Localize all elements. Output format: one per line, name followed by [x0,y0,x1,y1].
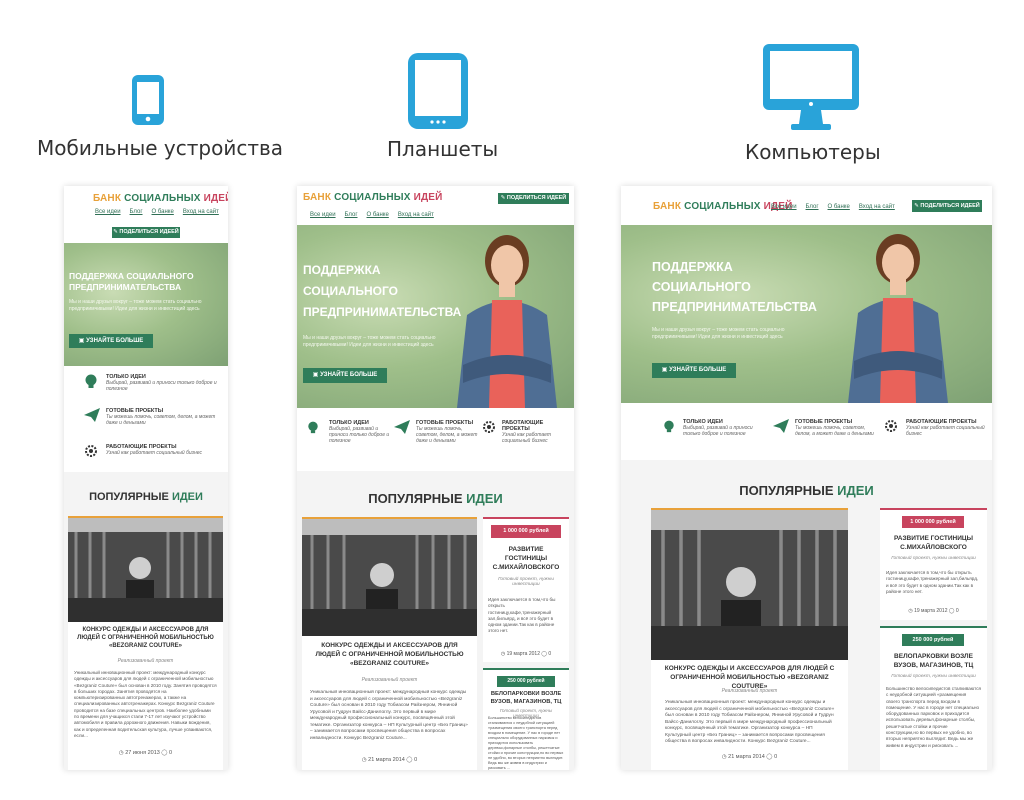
share-idea-button[interactable]: ✎ ПОДЕЛИТЬСЯ ИДЕЕЙ [498,193,569,204]
nav-login[interactable]: Вход на сайт [183,209,219,215]
card-subtitle: Реализованный проект [721,688,778,694]
card-subtitle: Готовый проект, нужны инвестиции [891,556,976,561]
card-body: Идея заключается в том,что бы открыть го… [488,597,556,634]
nav-all-ideas[interactable]: Все идеи [310,212,336,218]
card-meta: ◷ 21 марта 2014 ◯ 0 [361,757,418,763]
card-meta: ◷ 27 июня 2013 ◯ 0 [118,750,173,756]
nav-blog[interactable]: Блог [345,212,358,218]
site-logo[interactable]: БАНК СОЦИАЛЬНЫХ ИДЕЙ [93,193,228,204]
hero-banner: ПОДДЕРЖКА СОЦИАЛЬНОГО ПРЕДПРИНИМАТЕЛЬСТВА … [297,225,574,408]
card-title[interactable]: ВЕЛОПАРКОВКИ ВОЗЛЕ ВУЗОВ, МАГАЗИНОВ, ТЦ [487,691,565,706]
site-nav: Все идеи Блог О банке Вход на сайт [771,204,904,210]
amount-badge: 250 000 рублей [902,634,964,646]
card-body: Большинство велосипедистов сталкиваются … [886,686,981,748]
hero-text: Мы и наши друзья вокруг – тоже можем ста… [69,299,202,312]
nav-login[interactable]: Вход на сайт [859,204,895,210]
main-idea-card[interactable]: КОНКУРС ОДЕЖДЫ И АКСЕССУАРОВ ДЛЯ ЛЮДЕЙ С… [302,517,477,770]
learn-more-button[interactable]: ▣ УЗНАЙТЕ БОЛЬШЕ [652,363,736,378]
amount-badge: 250 000 рублей [497,676,555,687]
hero-title: ПОДДЕРЖКА СОЦИАЛЬНОГО ПРЕДПРИНИМАТЕЛЬСТВА [652,260,817,314]
nav-about[interactable]: О банке [152,209,174,215]
features: ТОЛЬКО ИДЕИ Выбирай, развивай и приноси т… [621,403,992,460]
card-body: Уникальный инновационный проект: междуна… [310,690,468,741]
nav-all-ideas[interactable]: Все идеи [95,209,121,215]
paper-plane-icon [773,419,789,433]
hero-banner: ПОДДЕРЖКА СОЦИАЛЬНОГО ПРЕДПРИНИМАТЕЛЬСТВА … [621,225,992,403]
hero-text: Мы и наши друзья вокруг – тоже можем ста… [652,327,785,340]
features: ТОЛЬКО ИДЕИ Выбирай, развивай и приноси т… [64,366,228,472]
amount-badge: 1 000 000 рублей [902,516,964,528]
learn-more-button[interactable]: ▣ УЗНАЙТЕ БОЛЬШЕ [303,368,387,383]
features: ТОЛЬКО ИДЕИ Выбирай, развивай и приноси т… [297,408,574,471]
hero-title: ПОДДЕРЖКА СОЦИАЛЬНОГО ПРЕДПРИНИМАТЕЛЬСТВ… [69,271,194,292]
paper-plane-icon [394,420,410,434]
tablet-label: Планшеты [387,137,499,161]
mobile-mockup: БАНК СОЦИАЛЬНЫХ ИДЕЙ Все идеи Блог О банке… [64,186,228,770]
popular-ideas-title: ПОПУЛЯРНЫЕ ИДЕИ [89,491,203,503]
site-logo[interactable]: БАНК СОЦИАЛЬНЫХ ИДЕЙ [303,192,443,203]
gear-icon [483,421,495,433]
card-body: Уникальный инновационный проект: междуна… [665,700,835,744]
card-title[interactable]: ВЕЛОПАРКОВКИ ВОЗЛЕ ВУЗОВ, МАГАЗИНОВ, ТЦ [884,652,983,670]
lightbulb-icon [85,374,97,388]
nav-blog[interactable]: Блог [806,204,819,210]
woman-photo [848,234,948,403]
popular-ideas-title: ПОПУЛЯРНЫЕ ИДЕИ [739,483,874,498]
nav-about[interactable]: О банке [828,204,850,210]
site-nav: Все идеи Блог О банке Вход на сайт [95,209,228,215]
site-nav: Все идеи Блог О банке Вход на сайт [310,212,443,218]
gear-icon [85,445,97,457]
desktop-mockup: БАНК СОЦИАЛЬНЫХ ИДЕЙ Все идеи Блог О банке… [621,186,992,770]
card-body: Уникальный инновационный проект: междуна… [74,670,217,738]
card-title[interactable]: РАЗВИТИЕ ГОСТИНИЦЫ С.МИХАЙЛОВСКОГО [487,545,565,572]
nav-blog[interactable]: Блог [130,209,143,215]
site-header: БАНК СОЦИАЛЬНЫХ ИДЕЙ Все идеи Блог О банке… [64,186,228,243]
card-subtitle: Реализованный проект [361,677,418,683]
card-subtitle: Реализованный проект [117,658,174,664]
card-meta: ◷ 19 марта 2012 ◯ 0 [500,651,552,657]
side-idea-card-2[interactable]: 250 000 рублей ВЕЛОПАРКОВКИ ВОЗЛЕ ВУЗОВ,… [483,668,569,770]
learn-more-button[interactable]: ▣ УЗНАЙТЕ БОЛЬШЕ [69,334,153,348]
phone-icon [132,75,164,125]
desktop-label: Компьютеры [745,140,881,164]
share-idea-button[interactable]: ✎ ПОДЕЛИТЬСЯ ИДЕЕЙ [112,227,180,238]
monitor-icon [763,44,859,130]
popular-ideas-title: ПОПУЛЯРНЫЕ ИДЕИ [368,491,503,506]
share-idea-button[interactable]: ✎ ПОДЕЛИТЬСЯ ИДЕЕЙ [912,200,982,212]
card-meta: ◷ 19 марта 2012 ◯ 0 [908,608,959,614]
card-photo [651,510,848,660]
card-title[interactable]: КОНКУРС ОДЕЖДЫ И АКСЕССУАРОВ ДЛЯ ЛЮДЕЙ С… [308,641,471,668]
lightbulb-icon [664,420,674,433]
tablet-icon [408,53,468,129]
side-idea-card-1[interactable]: 1 000 000 рублей РАЗВИТИЕ ГОСТИНИЦЫ С.МИ… [483,517,569,662]
tablet-mockup: БАНК СОЦИАЛЬНЫХ ИДЕЙ Все идеи Блог О банке… [297,186,574,770]
site-header: БАНК СОЦИАЛЬНЫХ ИДЕЙ Все идеиБлогО банке… [621,186,992,225]
mobile-label: Мобильные устройства [37,136,284,160]
main-idea-card[interactable]: КОНКУРС ОДЕЖДЫ И АКСЕССУАРОВ ДЛЯ ЛЮДЕЙ С… [651,508,848,770]
card-photo [302,519,477,636]
card-subtitle: Готовый проект, нужны инвестиции [498,577,554,587]
nav-about[interactable]: О банке [367,212,389,218]
gear-icon [885,420,897,432]
card-title[interactable]: РАЗВИТИЕ ГОСТИНИЦЫ С.МИХАЙЛОВСКОГО [884,534,983,552]
card-title[interactable]: КОНКУРС ОДЕЖДЫ И АКСЕССУАРОВ ДЛЯ ЛЮДЕЙ С… [74,626,217,650]
side-idea-card-2[interactable]: 250 000 рублей ВЕЛОПАРКОВКИ ВОЗЛЕ ВУЗОВ,… [880,626,987,770]
nav-all-ideas[interactable]: Все идеи [771,204,797,210]
nav-login[interactable]: Вход на сайт [398,212,434,218]
card-subtitle: Готовый проект, нужны инвестиции [891,674,976,679]
card-meta: ◷ 21 марта 2014 ◯ 0 [721,754,778,760]
hero-banner: ПОДДЕРЖКА СОЦИАЛЬНОГО ПРЕДПРИНИМАТЕЛЬСТВ… [64,243,228,366]
lightbulb-icon [308,421,318,434]
side-idea-card-1[interactable]: 1 000 000 рублей РАЗВИТИЕ ГОСТИНИЦЫ С.МИ… [880,508,987,620]
amount-badge: 1 000 000 рублей [491,525,561,538]
card-body: Большинство велосипедистов сталкиваются … [488,716,564,770]
card-photo [68,518,223,622]
card-title[interactable]: КОНКУРС ОДЕЖДЫ И АКСЕССУАРОВ ДЛЯ ЛЮДЕЙ С… [659,664,840,691]
woman-photo [457,235,557,408]
site-header: БАНК СОЦИАЛЬНЫХ ИДЕЙ Все идеи Блог О банке… [297,186,574,225]
card-body: Идея заключается в том,что бы открыть го… [886,570,979,594]
paper-plane-icon [84,408,100,422]
main-idea-card[interactable]: КОНКУРС ОДЕЖДЫ И АКСЕССУАРОВ ДЛЯ ЛЮДЕЙ С… [68,516,223,770]
